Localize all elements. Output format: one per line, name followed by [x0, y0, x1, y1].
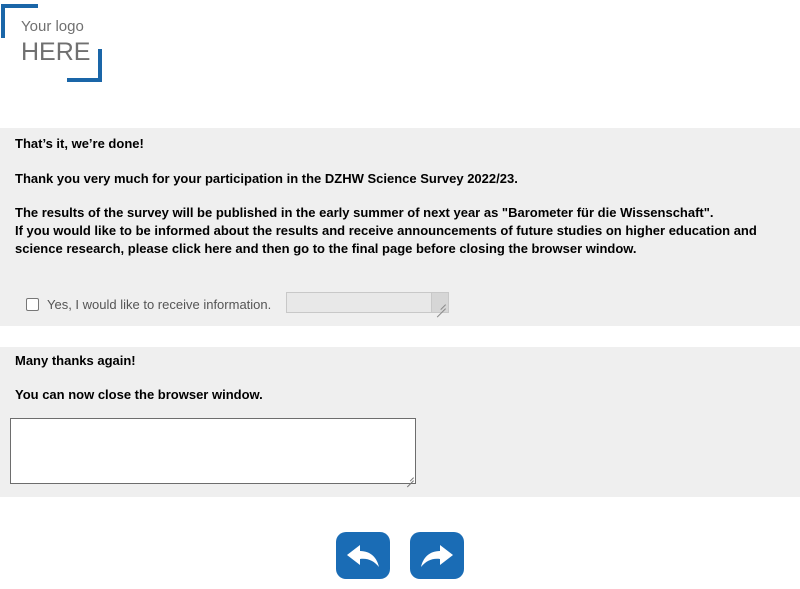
close-browser-text: You can now close the browser window.	[15, 387, 263, 402]
logo-text-line1: Your logo	[21, 18, 84, 35]
thank-you-text: Thank you very much for your participati…	[15, 171, 518, 186]
results-text-line3: science research, please click here and …	[15, 241, 637, 256]
information-checkbox-label[interactable]: Yes, I would like to receive information…	[47, 297, 271, 312]
completion-panel: That’s it, we’re done! Thank you very mu…	[0, 128, 800, 326]
logo: Your logo HERE	[0, 3, 104, 83]
information-email-field[interactable]	[286, 292, 449, 313]
results-text-line2: If you would like to be informed about t…	[15, 223, 757, 238]
textarea-resize-icon[interactable]	[406, 474, 414, 482]
forward-button[interactable]	[410, 532, 464, 579]
logo-text-line2: HERE	[21, 38, 91, 66]
resize-grip-icon[interactable]	[431, 293, 448, 312]
comment-textarea[interactable]	[10, 418, 416, 484]
forward-arrow-icon	[421, 544, 453, 567]
information-checkbox[interactable]	[26, 297, 39, 311]
closing-panel: Many thanks again! You can now close the…	[0, 347, 800, 497]
back-button[interactable]	[336, 532, 390, 579]
information-checkbox-row[interactable]: Yes, I would like to receive information…	[26, 294, 271, 314]
back-arrow-icon	[347, 544, 379, 567]
completion-heading: That’s it, we’re done!	[15, 136, 144, 151]
thanks-again-text: Many thanks again!	[15, 353, 136, 368]
results-text-line1: The results of the survey will be publis…	[15, 205, 714, 220]
